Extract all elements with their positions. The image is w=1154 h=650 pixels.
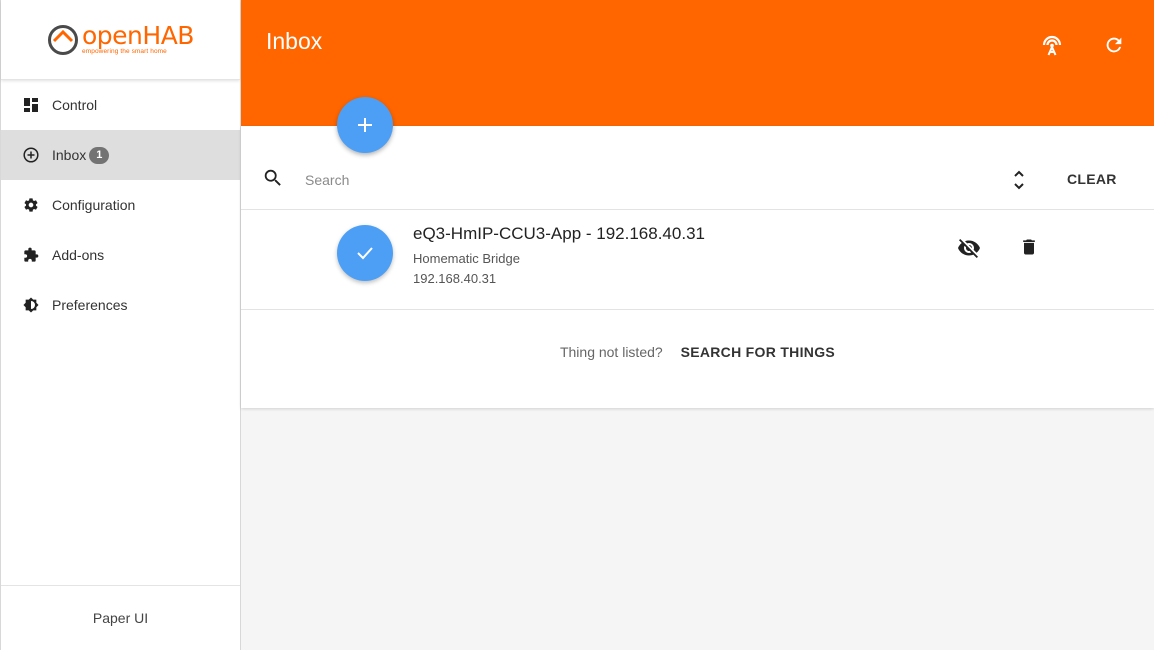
thing-not-listed-text: Thing not listed? (559, 344, 663, 360)
sidebar-item-preferences[interactable]: Preferences (1, 280, 240, 330)
gear-icon (23, 197, 39, 213)
add-circle-icon (23, 147, 39, 163)
search-for-things-button[interactable]: SEARCH FOR THINGS (681, 344, 835, 360)
page-title: Inbox (266, 28, 323, 54)
logo-text-hab: HAB (142, 21, 194, 51)
sidebar-item-control[interactable]: Control (1, 80, 240, 130)
sidebar-item-label: Preferences (52, 297, 128, 313)
sidebar-item-inbox[interactable]: Inbox 1 (1, 130, 240, 180)
paper-ui-label: Paper UI (92, 610, 149, 626)
clear-button[interactable]: CLEAR (1067, 171, 1117, 187)
sidebar-item-add-ons[interactable]: Add-ons (1, 230, 240, 280)
brightness-icon (23, 297, 39, 313)
trash-icon (1023, 239, 1035, 255)
search-icon (262, 167, 284, 194)
sort-icon[interactable] (1011, 168, 1027, 197)
openhab-logo[interactable]: openHAB empowering the smart home (47, 23, 194, 56)
search-bar: CLEAR (241, 152, 1154, 210)
approve-thing-button[interactable] (337, 225, 393, 281)
sidebar-item-configuration[interactable]: Configuration (1, 180, 240, 230)
add-thing-button[interactable] (337, 97, 393, 153)
discovery-icon (1042, 35, 1062, 56)
list-item: eQ3-HmIP-CCU3-App - 192.168.40.31 Homema… (241, 210, 1154, 310)
sidebar-item-label: Control (52, 97, 98, 113)
refresh-button[interactable] (1099, 30, 1129, 60)
delete-button[interactable] (1019, 236, 1039, 263)
sidebar-item-label: Configuration (52, 197, 136, 213)
sidebar-nav: Control Inbox 1 Configuration Add-ons Pr… (1, 80, 240, 330)
check-icon (357, 247, 373, 260)
inbox-footer: Thing not listed? SEARCH FOR THINGS (241, 344, 1154, 360)
ignore-button[interactable] (957, 236, 981, 265)
inbox-card: CLEAR eQ3-HmIP-CCU3-App - 192.168.40.31 … (241, 126, 1154, 408)
thing-address: 192.168.40.31 (413, 271, 497, 286)
sidebar-footer: Paper UI (1, 585, 240, 650)
sidebar-item-label: Add-ons (52, 247, 105, 263)
dashboard-icon (23, 97, 39, 113)
discovery-button[interactable] (1037, 30, 1067, 60)
openhab-logo-icon (48, 24, 79, 55)
search-input[interactable] (305, 168, 985, 192)
thing-title: eQ3-HmIP-CCU3-App - 192.168.40.31 (413, 224, 705, 243)
inbox-count-badge: 1 (89, 146, 110, 164)
plus-icon (358, 118, 372, 132)
thing-type: Homematic Bridge (413, 251, 520, 266)
logo-area: openHAB empowering the smart home (1, 0, 240, 80)
sidebar-item-label: Inbox (52, 147, 87, 163)
logo-text-open: open (82, 21, 143, 51)
sidebar: openHAB empowering the smart home Contro… (0, 0, 241, 650)
puzzle-icon (23, 247, 39, 263)
refresh-icon (1106, 37, 1122, 53)
visibility-off-icon (958, 239, 980, 258)
logo-tagline: empowering the smart home (82, 48, 167, 56)
